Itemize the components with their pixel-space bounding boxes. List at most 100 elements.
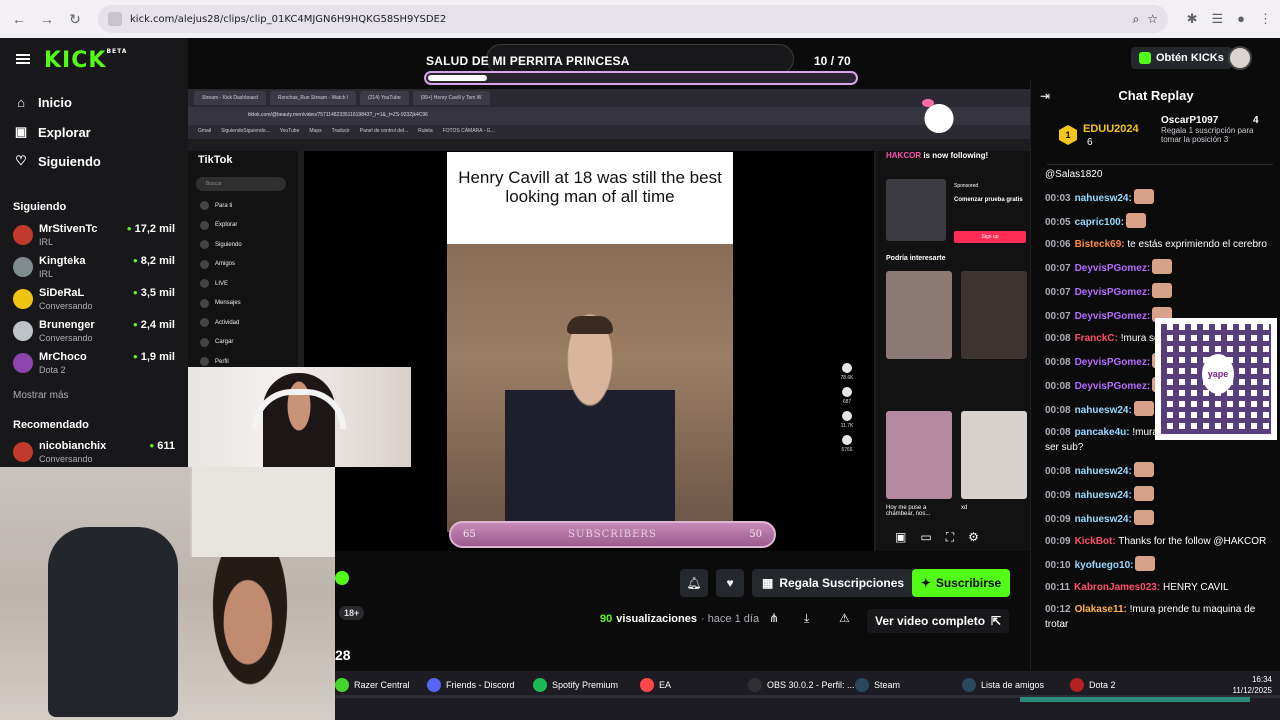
- follow-heart-button[interactable]: ♥: [716, 569, 744, 597]
- channel-category: Conversando: [39, 333, 93, 343]
- chat-username[interactable]: kyofuego10:: [1075, 560, 1134, 571]
- notification-bell-button[interactable]: 🔔︎: [680, 569, 708, 597]
- menu-toggle-icon[interactable]: [16, 54, 30, 64]
- zoom-icon[interactable]: ⌕: [1133, 12, 1140, 27]
- emote-icon: [1133, 510, 1154, 525]
- chat-username[interactable]: Bisteck69:: [1075, 239, 1125, 250]
- tiktok-menu-item: Explorar: [200, 220, 237, 230]
- sidebar-channel-4[interactable]: MrChoco Dota 2 1,9 mil: [13, 351, 175, 379]
- posted-time: · hace 1 día: [700, 613, 760, 625]
- menu-icon[interactable]: ⋮: [1259, 11, 1272, 27]
- taskbar-app[interactable]: Spotify Premium: [533, 677, 618, 693]
- chat-message: 00:05 capric100:: [1045, 213, 1273, 230]
- settings-icon[interactable]: ⚙: [968, 530, 979, 545]
- sidebar-channel-1[interactable]: Kingteka IRL 8,2 mil: [13, 255, 175, 283]
- tiktok-action-count: 687: [842, 399, 852, 405]
- profile-icon[interactable]: ●: [1237, 11, 1245, 27]
- theater-icon[interactable]: ▭: [920, 530, 931, 545]
- avatar[interactable]: [1228, 46, 1252, 70]
- app-label: Steam: [874, 680, 901, 690]
- emote-icon: [1133, 401, 1154, 416]
- chat-username[interactable]: nahuesw24:: [1075, 514, 1132, 525]
- goal-count: 10 / 70: [814, 54, 851, 68]
- inner-bookmark: Traducir: [331, 128, 350, 134]
- chat-message: 00:07 DeyvisPGomez:: [1045, 259, 1273, 276]
- nav-following-label: Siguiendo: [38, 153, 101, 169]
- fullscreen-icon[interactable]: ⛶: [946, 530, 954, 545]
- chat-text: te estás exprimiendo el cerebro: [1124, 239, 1267, 250]
- chat-username[interactable]: Olakase11:: [1075, 604, 1127, 615]
- forward-icon[interactable]: →: [36, 8, 58, 30]
- sidebar-channel-3[interactable]: Brunenger Conversando 2,4 mil: [13, 319, 175, 347]
- report-icon[interactable]: ⚠: [839, 611, 850, 625]
- chat-username[interactable]: KabronJames023:: [1074, 582, 1160, 593]
- recommended-channel-0[interactable]: nicobianchix Conversando 611: [13, 440, 175, 468]
- taskbar-app[interactable]: EA: [640, 677, 671, 693]
- show-more-link[interactable]: Mostrar más: [13, 390, 69, 401]
- viewer-count: 1,9 mil: [133, 351, 175, 363]
- taskbar-app[interactable]: Friends - Discord: [427, 677, 515, 693]
- taskbar-app[interactable]: Lista de amigos: [962, 677, 1044, 693]
- back-icon[interactable]: ←: [8, 8, 30, 30]
- signup-button: Sign up: [954, 231, 1026, 243]
- bookmark-star-icon[interactable]: ☆: [1147, 12, 1158, 26]
- tab-search-icon[interactable]: ☰: [1211, 11, 1223, 27]
- sidebar-channel-2[interactable]: SiDeRaL Conversando 3,5 mil: [13, 287, 175, 315]
- chat-timestamp: 00:08: [1045, 405, 1071, 416]
- chat-username[interactable]: nahuesw24:: [1075, 466, 1132, 477]
- share-icon[interactable]: ⋔: [769, 611, 779, 625]
- taskbar-app[interactable]: Dota 2: [1070, 677, 1116, 693]
- app-label: Spotify Premium: [552, 680, 619, 690]
- chat-username[interactable]: FranckC:: [1075, 333, 1118, 344]
- chat-username[interactable]: nahuesw24:: [1075, 193, 1132, 204]
- subscribe-button[interactable]: ✦ Suscribirse: [912, 569, 1010, 597]
- chat-username[interactable]: DeyvisPGomez:: [1075, 381, 1151, 392]
- site-info-icon[interactable]: [108, 12, 122, 26]
- nav-home[interactable]: ⌂ Inicio: [14, 95, 72, 110]
- taskbar-app[interactable]: OBS 30.0.2 - Perfil: ...: [748, 677, 855, 693]
- download-icon[interactable]: ⤓: [804, 611, 809, 626]
- webcam-overlay-main: [0, 467, 335, 720]
- kick-logo[interactable]: KICKBETA: [44, 48, 127, 73]
- gifter-note: Regala 1 suscripción para tomar la posic…: [1161, 126, 1254, 144]
- nav-following[interactable]: ♡ Siguiendo: [14, 153, 101, 169]
- address-bar[interactable]: kick.com/alejus28/clips/clip_01KC4MJGN6H…: [98, 5, 1168, 33]
- app-icon: [427, 678, 441, 692]
- sidebar-channel-0[interactable]: MrStivenTc IRL 17,2 mil: [13, 223, 175, 251]
- gifter-count: 4: [1253, 115, 1259, 126]
- taskbar-app[interactable]: Razer Central: [335, 677, 410, 693]
- extensions-icon[interactable]: ✱: [1187, 11, 1198, 27]
- chat-username[interactable]: DeyvisPGomez:: [1075, 357, 1151, 368]
- chat-username[interactable]: DeyvisPGomez:: [1075, 311, 1151, 322]
- full-video-button[interactable]: Ver video completo ⇱: [867, 609, 1010, 633]
- clip-icon[interactable]: ▣: [895, 530, 906, 545]
- app-icon: [748, 678, 762, 692]
- chat-username[interactable]: capric100:: [1075, 217, 1124, 228]
- chat-username[interactable]: nahuesw24:: [1075, 490, 1132, 501]
- tiktok-logo: TikTok: [198, 154, 233, 166]
- inner-tab: (99+) Henry Cavill y Tom W: [412, 91, 490, 105]
- reload-icon[interactable]: ↻: [64, 8, 86, 30]
- chat-username[interactable]: pancake4u:: [1075, 427, 1130, 438]
- tiktok-search: Buscar: [196, 177, 286, 191]
- leader-name: EDUU2024: [1083, 123, 1139, 135]
- video-person-image: [505, 302, 675, 532]
- channel-category: Conversando: [39, 454, 93, 464]
- chat-username[interactable]: DeyvisPGomez:: [1075, 287, 1151, 298]
- taskbar-app[interactable]: Steam: [855, 677, 900, 693]
- chat-username[interactable]: DeyvisPGomez:: [1075, 263, 1151, 274]
- goal-separator: /: [827, 54, 838, 68]
- chat-text: @Salas1820: [1045, 169, 1103, 180]
- chat-timestamp: 00:05: [1045, 217, 1071, 228]
- obtain-kicks-button[interactable]: Obtén KICKs: [1131, 47, 1232, 69]
- viewer-count: 8,2 mil: [133, 255, 175, 267]
- nav-explore[interactable]: ▣ Explorar: [14, 124, 91, 140]
- tiktok-action-count: 78.6K: [840, 375, 854, 381]
- taskbar-clock: 16:34 11/12/2025: [1233, 674, 1272, 696]
- chat-message: @Salas1820: [1045, 167, 1273, 182]
- chat-username[interactable]: nahuesw24:: [1075, 405, 1132, 416]
- gift-subs-button[interactable]: ▦ Regala Suscripciones: [752, 569, 915, 597]
- chat-username[interactable]: KickBot:: [1075, 536, 1116, 547]
- app-label: EA: [659, 680, 672, 690]
- url-text[interactable]: kick.com/alejus28/clips/clip_01KC4MJGN6H…: [130, 14, 1125, 25]
